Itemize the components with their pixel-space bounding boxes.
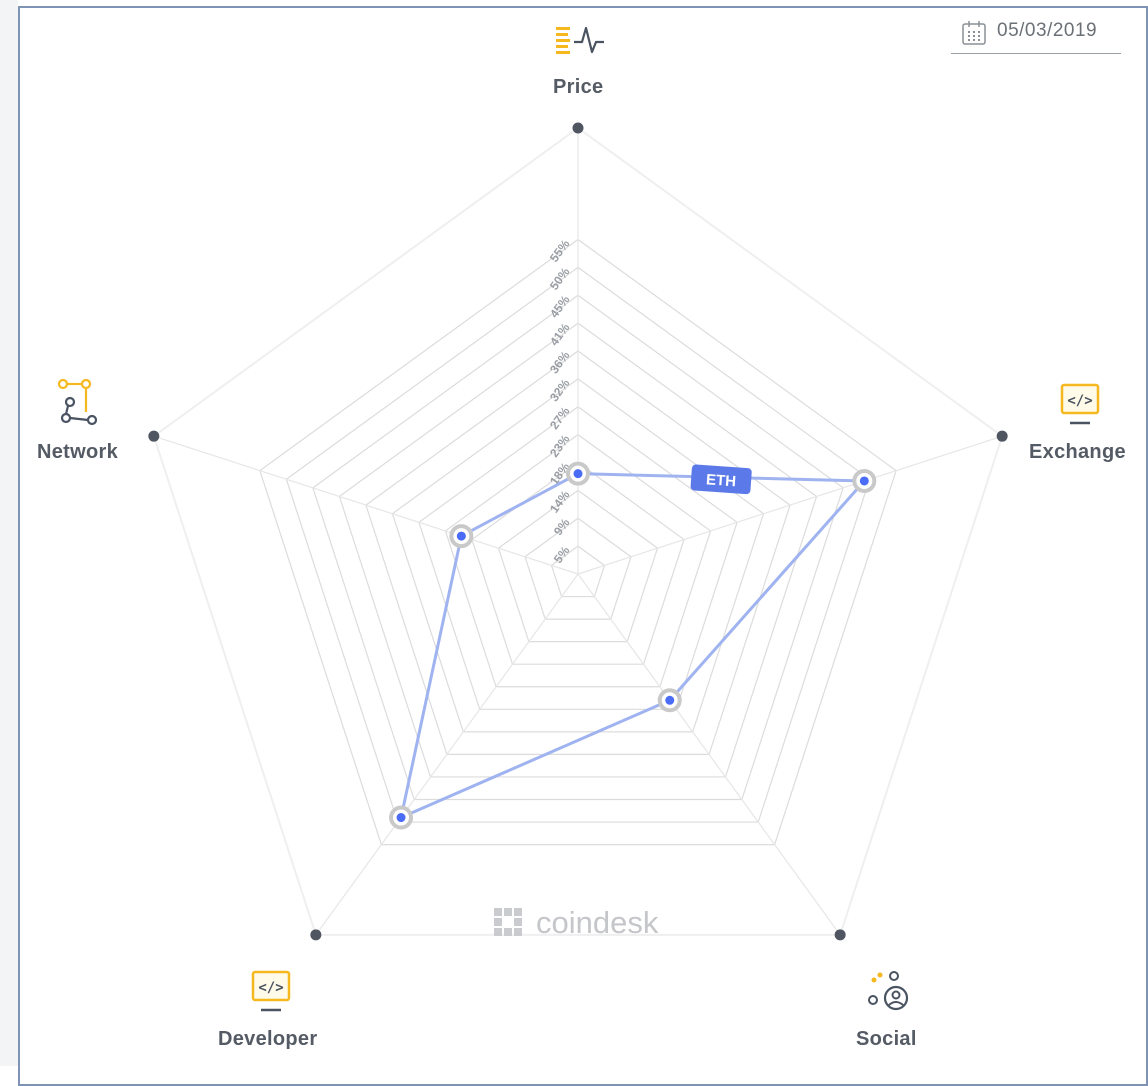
- svg-text:ETH: ETH: [705, 471, 736, 490]
- data-point: [573, 469, 583, 479]
- axis-spoke: [577, 435, 1003, 575]
- axis-label-exchange: Exchange: [1029, 441, 1126, 463]
- data-point: [396, 813, 406, 823]
- tick-label: 14%: [547, 488, 573, 516]
- tick-label: 27%: [547, 404, 573, 432]
- tick-label: 36%: [547, 348, 573, 376]
- axis-label-developer: Developer: [218, 1028, 318, 1050]
- svg-text:</>: </>: [258, 980, 283, 996]
- date-picker[interactable]: 05/03/2019: [951, 16, 1121, 54]
- data-point: [456, 531, 466, 541]
- data-point: [859, 476, 869, 486]
- axis-label-price: Price: [553, 76, 604, 98]
- axis-endpoint-dot: [148, 430, 160, 442]
- tick-label: 32%: [547, 376, 573, 404]
- social-person-icon: [868, 971, 909, 1011]
- tick-label: 55%: [547, 237, 573, 265]
- tick-label: 45%: [547, 293, 573, 321]
- axis-label-social: Social: [856, 1028, 917, 1050]
- data-point: [665, 695, 675, 705]
- code-monitor-icon: </>: [251, 970, 291, 1012]
- radar-chart: 5%9%14%18%23%27%32%36%41%45%50%55%ETHcoi…: [148, 122, 1008, 941]
- price-bars-wave-icon: [556, 26, 604, 54]
- svg-text:</>: </>: [1067, 393, 1092, 409]
- axis-endpoint-dot: [310, 929, 322, 941]
- calendar-icon: [962, 21, 986, 45]
- brand-watermark: coindesk: [536, 905, 659, 940]
- axis-endpoint-dot: [572, 122, 584, 134]
- axis-endpoint-dot: [996, 430, 1008, 442]
- network-nodes-icon: [57, 378, 98, 426]
- axis-label-network: Network: [37, 441, 119, 463]
- code-monitor-icon: </>: [1060, 383, 1100, 425]
- series-line: [399, 472, 866, 820]
- tick-label: 41%: [547, 320, 573, 348]
- tick-label: 23%: [547, 432, 573, 460]
- tick-label: 9%: [551, 516, 573, 539]
- series-label-eth: ETH: [690, 464, 752, 495]
- tick-label: 5%: [551, 543, 573, 566]
- axis-endpoint-dot: [834, 929, 846, 941]
- tick-label: 50%: [547, 265, 573, 293]
- axis-spoke: [153, 435, 579, 575]
- coindesk-logo-icon: coindesk: [494, 905, 659, 940]
- date-value: 05/03/2019: [997, 20, 1098, 41]
